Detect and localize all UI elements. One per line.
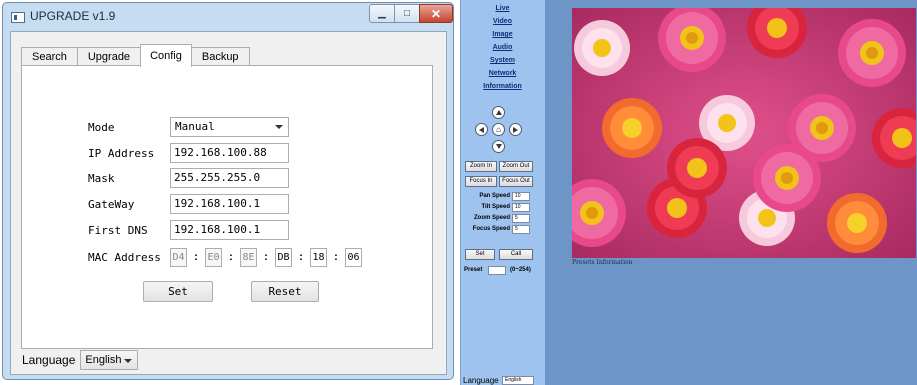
config-panel: Mode Manual IP Address 192.168.100.88 Ma… [21,65,433,349]
maximize-icon: □ [403,8,411,19]
language-row: Language English [22,350,139,370]
nav-live[interactable]: Live [460,5,545,12]
pan-speed-select[interactable]: 10 [512,192,530,201]
zoom-speed-select[interactable]: 5 [512,214,530,223]
mac-separator: : [264,251,268,263]
tab-backup[interactable]: Backup [190,47,250,67]
mac-octet-4[interactable]: DB [275,247,292,267]
mac-separator: : [334,251,338,263]
close-icon: ✕ [430,6,442,21]
mode-select[interactable]: Manual [170,117,289,137]
minimize-icon: ▁ [378,8,386,19]
mac-separator: : [194,251,198,263]
pan-right-button[interactable] [509,123,522,136]
mode-row: Mode Manual [88,117,289,137]
mac-label: MAC Address [88,250,161,264]
language-select[interactable]: English [80,350,139,370]
mode-label: Mode [88,120,115,134]
minimize-button[interactable]: ▁ [369,4,395,23]
reset-button[interactable]: Reset [251,281,319,302]
mac-separator: : [229,251,233,263]
preset-label: Preset [464,267,483,273]
maximize-button[interactable]: □ [394,4,420,23]
nav-audio[interactable]: Audio [460,44,545,51]
set-button[interactable]: Set [143,281,213,302]
mask-label: Mask [88,171,115,185]
preset-call-button[interactable]: Call [499,249,533,260]
tab-upgrade[interactable]: Upgrade [76,47,142,67]
zoom-in-button[interactable]: Zoom In [465,161,497,172]
web-language-value: English [505,377,522,383]
gateway-row: GateWay 192.168.100.1 [88,194,289,214]
first-dns-field[interactable]: 192.168.100.1 [170,220,289,240]
gateway-field[interactable]: 192.168.100.1 [170,194,289,214]
dns-row: First DNS 192.168.100.1 [88,220,289,240]
nav-system[interactable]: System [460,57,545,64]
language-label: Language [22,353,76,367]
mac-octet-6[interactable]: 06 [345,247,362,267]
ip-address-field[interactable]: 192.168.100.88 [170,143,289,163]
pan-up-button[interactable] [492,106,505,119]
zoom-speed-label: Zoom Speed [473,215,510,221]
close-button[interactable]: ✕ [419,4,453,23]
tilt-speed-label: Tilt Speed [481,204,510,210]
tab-search[interactable]: Search [21,47,78,67]
focus-speed-select[interactable]: 5 [512,225,530,234]
live-video-view[interactable] [572,8,916,258]
mode-value: Manual [175,120,215,133]
tab-strip: Search Upgrade Config Backup [21,44,250,67]
home-button[interactable]: ⌂ [492,123,505,136]
presets-information-label: Presets Information [572,259,633,266]
language-value: English [85,354,122,366]
arrow-right-icon [513,126,518,133]
gateway-label: GateWay [88,197,135,211]
ip-label: IP Address [88,146,155,160]
preset-number-input[interactable] [488,266,506,275]
arrow-left-icon [479,126,484,133]
tab-config[interactable]: Config [140,44,192,67]
mac-octet-5[interactable]: 18 [310,247,327,267]
nav-video[interactable]: Video [460,18,545,25]
preset-set-button[interactable]: Set [465,249,495,260]
ip-row: IP Address 192.168.100.88 [88,143,289,163]
mac-separator: : [299,251,303,263]
nav-image[interactable]: Image [460,31,545,38]
preset-range-hint: (0~254) [510,267,531,273]
zoom-out-button[interactable]: Zoom Out [499,161,533,172]
chevron-down-icon [275,125,283,129]
upgrade-window: UPGRADE v1.9 ▁ □ ✕ Search Upgrade Config… [2,2,454,380]
window-client-area: Search Upgrade Config Backup Mode Manual… [10,31,447,375]
window-title: UPGRADE v1.9 [30,9,116,23]
app-icon [11,12,25,23]
nav-information[interactable]: Information [460,83,545,90]
pan-left-button[interactable] [475,123,488,136]
mask-row: Mask 255.255.255.0 [88,168,289,188]
arrow-up-icon [495,110,502,115]
title-bar[interactable]: UPGRADE v1.9 ▁ □ ✕ [3,3,453,31]
pan-down-button[interactable] [492,140,505,153]
focus-out-button[interactable]: Focus Out [499,176,533,187]
video-frame-image [572,8,916,258]
arrow-down-icon [495,144,502,149]
focus-in-button[interactable]: Focus In [465,176,497,187]
focus-speed-label: Focus Speed [472,226,510,232]
web-language-label: Language [463,376,499,385]
mask-field[interactable]: 255.255.255.0 [170,168,289,188]
nav-network[interactable]: Network [460,70,545,77]
web-language-select[interactable]: English [502,376,534,385]
dns-label: First DNS [88,223,148,237]
tilt-speed-select[interactable]: 10 [512,203,530,212]
mac-row: MAC Address D4 : E0 : 8E : DB : 18 : 06 [88,247,362,267]
home-icon: ⌂ [496,124,501,134]
mac-octet-2: E0 [205,247,222,267]
pan-speed-label: Pan Speed [479,193,510,199]
mac-octet-3: 8E [240,247,257,267]
mac-octet-1: D4 [170,247,187,267]
chevron-down-icon [124,359,133,363]
